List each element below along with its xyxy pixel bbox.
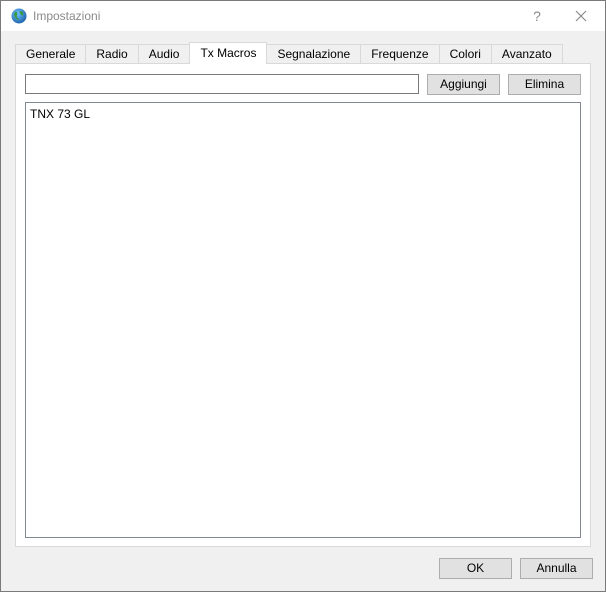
tx-macros-panel: Aggiungi Elimina TNX 73 GL — [15, 63, 591, 547]
app-globe-icon — [11, 8, 27, 24]
title-bar[interactable]: Impostazioni ? — [1, 1, 605, 31]
ok-button[interactable]: OK — [439, 558, 512, 579]
list-item[interactable]: TNX 73 GL — [29, 106, 577, 122]
close-button[interactable] — [559, 1, 603, 31]
cancel-button[interactable]: Annulla — [520, 558, 593, 579]
tab-radio[interactable]: Radio — [85, 44, 138, 64]
help-icon: ? — [533, 8, 541, 24]
add-macro-button[interactable]: Aggiungi — [427, 74, 500, 95]
tab-tx-macros[interactable]: Tx Macros — [189, 42, 268, 64]
help-button[interactable]: ? — [515, 1, 559, 31]
settings-window: Impostazioni ? Generale Radio Audio Tx M… — [0, 0, 606, 592]
settings-tabs: Generale Radio Audio Tx Macros Segnalazi… — [15, 42, 563, 64]
delete-macro-button[interactable]: Elimina — [508, 74, 581, 95]
window-title: Impostazioni — [33, 9, 101, 23]
tab-segnalazione[interactable]: Segnalazione — [267, 44, 361, 64]
macro-text-input[interactable] — [25, 74, 419, 94]
close-icon — [575, 10, 587, 22]
tab-audio[interactable]: Audio — [137, 44, 190, 64]
tab-avanzato[interactable]: Avanzato — [490, 44, 563, 64]
macro-list[interactable]: TNX 73 GL — [25, 102, 581, 538]
tab-frequenze[interactable]: Frequenze — [360, 44, 439, 64]
tab-colori[interactable]: Colori — [438, 44, 491, 64]
tab-generale[interactable]: Generale — [15, 44, 86, 64]
